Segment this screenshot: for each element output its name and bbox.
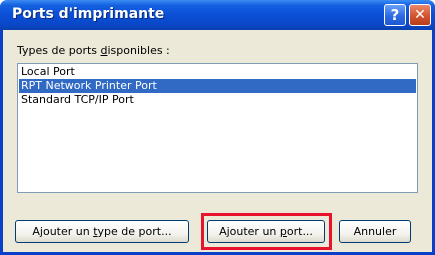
close-icon: ✕: [414, 7, 426, 23]
list-item[interactable]: Standard TCP/IP Port: [19, 93, 416, 107]
printer-ports-dialog: Ports d'imprimante ? ✕ Types de ports di…: [0, 0, 435, 255]
help-button[interactable]: ?: [384, 4, 406, 26]
close-button[interactable]: ✕: [409, 4, 431, 26]
port-types-list[interactable]: Local Port RPT Network Printer Port Stan…: [17, 63, 418, 193]
list-item[interactable]: RPT Network Printer Port: [19, 79, 416, 93]
list-item[interactable]: Local Port: [19, 65, 416, 79]
help-icon: ?: [390, 6, 400, 24]
cancel-button[interactable]: Annuler: [339, 220, 411, 243]
add-port-button[interactable]: Ajouter un port...: [207, 220, 325, 243]
dialog-body: Types de ports disponibles : Local Port …: [3, 30, 432, 252]
add-port-type-button[interactable]: Ajouter un type de port...: [15, 220, 189, 243]
dialog-title: Ports d'imprimante: [12, 6, 165, 22]
available-port-types-label: Types de ports disponibles :: [17, 44, 170, 57]
title-bar[interactable]: Ports d'imprimante ? ✕: [0, 0, 435, 30]
